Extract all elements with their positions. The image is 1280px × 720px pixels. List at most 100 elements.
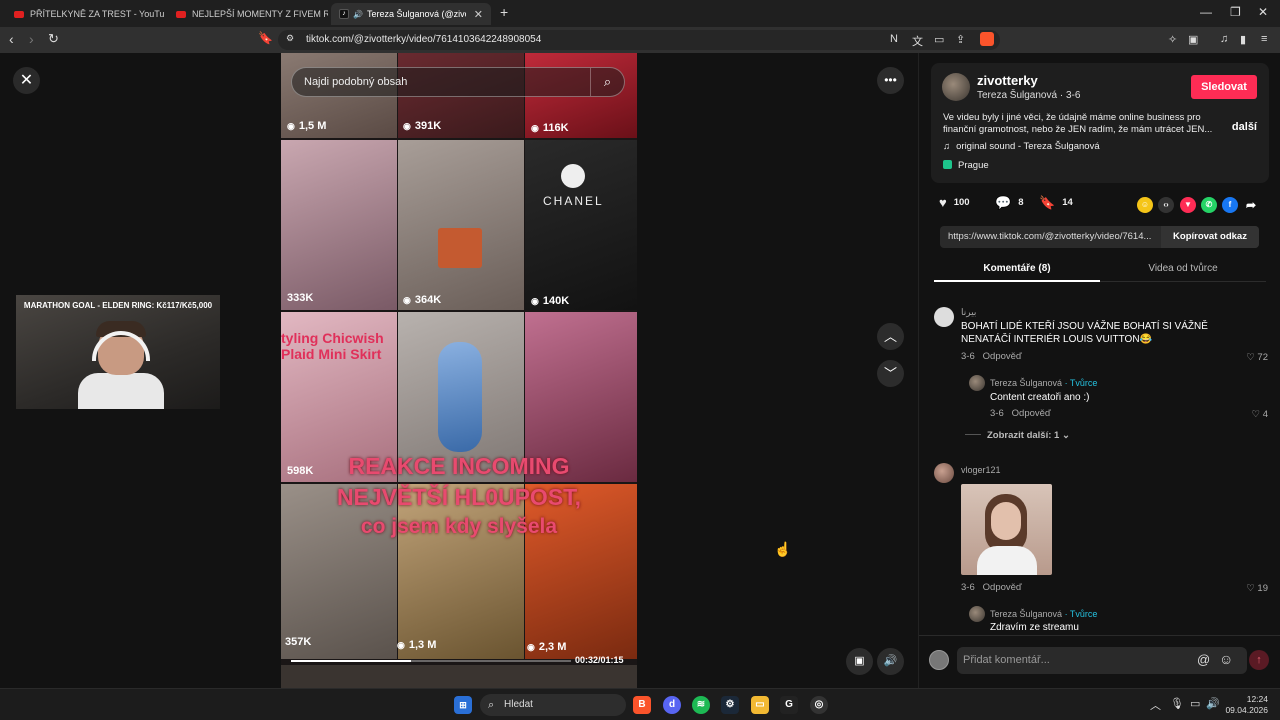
reply-author[interactable]: Tereza Šulganová · Tvůrce [990,609,1097,619]
commenter-name[interactable]: vloger121 [961,465,1001,475]
creator-avatar[interactable] [942,73,970,101]
emoji-icon[interactable]: ☺ [1219,651,1233,667]
copy-link-button[interactable]: Kopírovat odkaz [1161,226,1259,248]
taskbar-search[interactable]: ⌕ Hledat [480,694,626,716]
site-info-icon[interactable]: ⚙ [286,33,294,44]
comment-button[interactable]: 💬 8 [995,195,1023,211]
active-tab-indicator [934,280,1100,282]
show-more-replies[interactable]: Zobrazit další: 1 ⌄ [965,430,1070,441]
bookmark-icon[interactable]: 🔖 [258,31,273,45]
share-icon[interactable]: ⇪ [956,33,965,46]
close-video-button[interactable]: ✕ [13,67,40,94]
send-comment-button[interactable]: ↑ [1249,650,1269,670]
reply-button[interactable]: Odpověď [983,582,1022,593]
reply-button[interactable]: Odpověď [983,351,1022,362]
eye-icon: ◉ [531,123,539,133]
comment-image[interactable] [961,484,1052,575]
cast-icon[interactable]: ▭ [934,33,944,46]
tab-creator-videos[interactable]: Videa od tvůrce [1100,263,1266,274]
send-icon[interactable]: ▼ [1180,197,1196,213]
save-button[interactable]: 🔖 14 [1039,195,1073,211]
taskbar-clock[interactable]: 12:24 09.04.2026 [1225,694,1268,716]
similar-content-search[interactable]: Najdi podobný obsah ⌕ [291,67,625,97]
whatsapp-icon[interactable]: ✆ [1201,197,1217,213]
reply-avatar[interactable] [969,606,985,622]
embed-icon[interactable]: ‹› [1158,197,1174,213]
reply-button[interactable]: Odpověď [1012,408,1051,419]
share-arrow-icon[interactable]: ➦ [1243,197,1259,213]
translate-icon[interactable]: 文 [912,33,923,49]
location-row[interactable]: Prague [943,160,989,171]
comment-like-count: 19 [1257,583,1268,594]
streamer-body [78,373,164,409]
sound-row[interactable]: ♫ original sound - Tereza Šulganová [943,141,1100,152]
comment-like[interactable]: ♡ 19 [1246,583,1268,594]
reply-author[interactable]: Tereza Šulganová · Tvůrce [990,378,1097,388]
start-icon[interactable]: ⊞ [454,696,472,714]
chevron-up-icon[interactable]: ︿ [1150,697,1161,713]
extensions-icon[interactable]: ✧ [1168,33,1177,46]
creator-username[interactable]: zivotterky [977,73,1038,88]
facebook-icon[interactable]: f [1222,197,1238,213]
microphone-icon[interactable]: 🎙 [1170,697,1184,710]
volume-button[interactable]: 🔊 [877,648,904,675]
heart-outline-icon: ♡ [1246,352,1258,363]
music-note-icon: ♫ [943,141,951,152]
tab-youtube-2[interactable]: NEJLEPŠÍ MOMENTY Z FIVEM RP !?! 😂 [168,3,328,25]
tab-tiktok[interactable]: ♪ 🔊 Tereza Šulganová (@zivotterk ✕ [331,3,491,25]
show-more-link[interactable]: další [1232,121,1257,133]
obs-icon[interactable]: ◎ [810,696,828,714]
commenter-avatar[interactable] [934,307,954,327]
sidebar-icon[interactable]: ▮ [1240,33,1246,46]
translate-off-icon[interactable]: N [890,33,898,45]
next-video-button[interactable]: ﹀ [877,360,904,387]
creator-badge: · Tvůrce [1064,609,1098,619]
reply-avatar[interactable] [969,375,985,391]
video-player[interactable]: CHANEL tyling Chicwish Plaid Mini Skirt … [281,53,637,688]
tab-title: NEJLEPŠÍ MOMENTY Z FIVEM RP !?! 😂 [192,8,328,19]
tab-comments[interactable]: Komentáře (8) [934,263,1100,274]
previous-video-button[interactable]: ︿ [877,323,904,350]
share-link-text[interactable]: https://www.tiktok.com/@zivotterky/video… [948,231,1151,242]
steam-icon[interactable]: ⚙ [721,696,739,714]
wallet-icon[interactable]: ▣ [1188,33,1198,46]
close-tab-icon[interactable]: ✕ [474,8,483,21]
mouse-cursor-icon: ☝ [774,541,792,557]
pip-mode-button[interactable]: ▣ [846,648,873,675]
view-count: ◉ 1,5 M [287,120,326,132]
menu-icon[interactable]: ≡ [1261,33,1267,45]
view-count-text: 1,5 M [298,120,327,132]
video-progress-bar[interactable] [291,660,571,662]
volume-icon[interactable]: 🔊 [1206,697,1220,710]
brave-shields-icon[interactable] [980,32,994,46]
like-button[interactable]: ♥ 100 [939,195,970,210]
mention-icon[interactable]: @ [1197,652,1210,667]
minimize-button[interactable]: — [1200,5,1212,19]
windows-taskbar: ⊞ ⌕ Hledat B d ≋ ⚙ ▭ G ◎ ︿ 🎙 ▭ 🔊 12:24 0… [0,688,1280,720]
search-icon[interactable]: ⌕ [590,68,624,96]
emoji-share-icon[interactable]: ☺ [1137,197,1153,213]
network-icon[interactable]: ▭ [1190,697,1200,710]
commenter-avatar[interactable] [934,463,954,483]
follow-button[interactable]: Sledovat [1191,75,1257,99]
tab-youtube-1[interactable]: PŘÍTELKYNĚ ZA TREST - YouTube [6,3,164,25]
chevron-down-icon: ⌄ [1061,430,1070,441]
media-icon[interactable]: ♫ [1220,33,1228,45]
new-tab-button[interactable]: + [500,4,508,20]
comment-like[interactable]: ♡ 72 [1246,352,1268,363]
more-options-button[interactable]: ••• [877,67,904,94]
app-icon[interactable]: G [780,696,798,714]
spotify-icon[interactable]: ≋ [692,696,710,714]
forward-button[interactable]: › [29,31,34,47]
restore-button[interactable]: ❐ [1230,5,1241,19]
reply-like[interactable]: ♡ 4 [1252,409,1268,420]
view-count-text: 357K [285,636,312,648]
reload-button[interactable]: ↻ [48,31,59,47]
brave-icon[interactable]: B [633,696,651,714]
commenter-name[interactable]: بيرنا [961,307,976,318]
close-window-button[interactable]: ✕ [1258,5,1268,19]
discord-icon[interactable]: d [663,696,681,714]
styling-line-2: Plaid Mini Skirt [281,346,382,362]
file-explorer-icon[interactable]: ▭ [751,696,769,714]
back-button[interactable]: ‹ [9,31,14,47]
